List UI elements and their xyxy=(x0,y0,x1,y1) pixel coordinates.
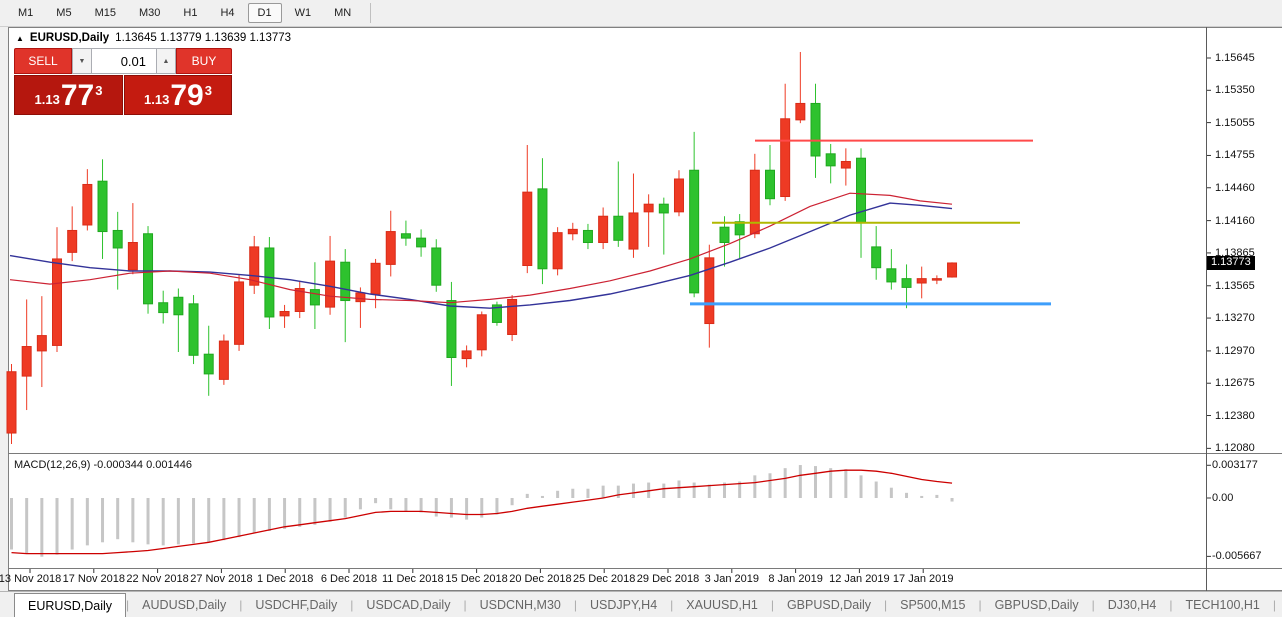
chart-tab-ukoil-h1[interactable]: UKOil,H1 xyxy=(1276,592,1282,617)
price-axis-tick: 1.13270 xyxy=(1215,312,1255,324)
ask-pipette: 3 xyxy=(205,83,212,98)
pane-splitter[interactable] xyxy=(8,453,1282,454)
price-axis-tick: 1.13565 xyxy=(1215,280,1255,292)
chart-tab-xauusd-h1[interactable]: XAUUSD,H1 xyxy=(673,592,771,617)
macd-indicator-label: MACD(12,26,9) -0.000344 0.001446 xyxy=(14,459,192,471)
chart-tab-dj30-h4[interactable]: DJ30,H4 xyxy=(1095,592,1170,617)
chart-tab-gbpusd-daily[interactable]: GBPUSD,Daily xyxy=(982,592,1092,617)
ask-prefix: 1.13 xyxy=(144,92,169,107)
one-click-trade-panel: SELL ▼ ▲ BUY 1.13773 1.13793 xyxy=(14,48,232,115)
bid-pipette: 3 xyxy=(95,83,102,98)
chart-header: ▲ EURUSD,Daily 1.13645 1.13779 1.13639 1… xyxy=(16,32,291,44)
chart-symbol-label: EURUSD,Daily xyxy=(30,32,109,44)
price-axis-tick: 1.12080 xyxy=(1215,442,1255,454)
price-axis-tick: 1.12970 xyxy=(1215,345,1255,357)
date-axis-label: 27 Nov 2018 xyxy=(190,573,252,585)
macd-axis-tick: 0.003177 xyxy=(1212,459,1258,471)
buy-button[interactable]: BUY xyxy=(176,48,232,74)
price-axis-border xyxy=(1206,27,1207,591)
macd-axis-tick: 0.00 xyxy=(1212,492,1233,504)
date-axis-label: 1 Dec 2018 xyxy=(257,573,313,585)
price-axis-tick: 1.12675 xyxy=(1215,377,1255,389)
sell-button[interactable]: SELL xyxy=(14,48,72,74)
date-axis-label: 25 Dec 2018 xyxy=(573,573,635,585)
macd-pane-bottom-border xyxy=(8,568,1282,569)
date-axis-label: 17 Jan 2019 xyxy=(893,573,954,585)
date-axis-label: 12 Jan 2019 xyxy=(829,573,890,585)
chart-tab-eurusd-daily[interactable]: EURUSD,Daily xyxy=(14,593,126,617)
chart-tab-tech100-h1[interactable]: TECH100,H1 xyxy=(1173,592,1273,617)
volume-increase-button[interactable]: ▲ xyxy=(156,48,176,74)
date-axis-label: 8 Jan 2019 xyxy=(768,573,822,585)
price-axis-tick: 1.15645 xyxy=(1215,52,1255,64)
chart-tab-usdcad-daily[interactable]: USDCAD,Daily xyxy=(353,592,463,617)
price-axis-tick: 1.12380 xyxy=(1215,410,1255,422)
price-axis-tick: 1.14755 xyxy=(1215,149,1255,161)
chart-ohlc-values: 1.13645 1.13779 1.13639 1.13773 xyxy=(115,32,291,44)
bid-big-digits: 77 xyxy=(61,81,94,111)
chart-tab-usdchf-daily[interactable]: USDCHF,Daily xyxy=(242,592,350,617)
chart-tab-bar: EURUSD,Daily|AUDUSD,Daily|USDCHF,Daily|U… xyxy=(0,591,1282,617)
chart-tab-usdjpy-h4[interactable]: USDJPY,H4 xyxy=(577,592,670,617)
date-axis-label: 13 Nov 2018 xyxy=(0,573,61,585)
price-axis-tick: 1.15055 xyxy=(1215,117,1255,129)
date-axis-label: 29 Dec 2018 xyxy=(637,573,699,585)
ask-price-panel[interactable]: 1.13793 xyxy=(124,75,232,115)
bid-price-panel[interactable]: 1.13773 xyxy=(14,75,123,115)
macd-axis-tick: -0.005667 xyxy=(1212,550,1262,562)
date-axis-label: 11 Dec 2018 xyxy=(382,573,444,585)
date-axis-label: 22 Nov 2018 xyxy=(126,573,188,585)
date-axis-label: 15 Dec 2018 xyxy=(445,573,507,585)
date-axis-label: 20 Dec 2018 xyxy=(509,573,571,585)
price-axis-tick: 1.15350 xyxy=(1215,84,1255,96)
chart-tab-gbpusd-daily[interactable]: GBPUSD,Daily xyxy=(774,592,884,617)
ask-big-digits: 79 xyxy=(170,81,203,111)
chart-tab-sp500-m15[interactable]: SP500,M15 xyxy=(887,592,978,617)
date-axis-label: 3 Jan 2019 xyxy=(705,573,759,585)
bid-prefix: 1.13 xyxy=(35,92,60,107)
price-axis-tick: 1.14160 xyxy=(1215,215,1255,227)
collapse-panel-icon[interactable]: ▲ xyxy=(16,34,24,43)
price-axis-tick: 1.14460 xyxy=(1215,182,1255,194)
date-axis-label: 17 Nov 2018 xyxy=(63,573,125,585)
volume-input[interactable] xyxy=(92,48,156,74)
chart-tab-usdcnh-m30[interactable]: USDCNH,M30 xyxy=(467,592,574,617)
date-axis-label: 6 Dec 2018 xyxy=(321,573,377,585)
chart-tab-audusd-daily[interactable]: AUDUSD,Daily xyxy=(129,592,239,617)
volume-decrease-button[interactable]: ▼ xyxy=(72,48,92,74)
current-price-badge: 1.13773 xyxy=(1207,256,1255,270)
